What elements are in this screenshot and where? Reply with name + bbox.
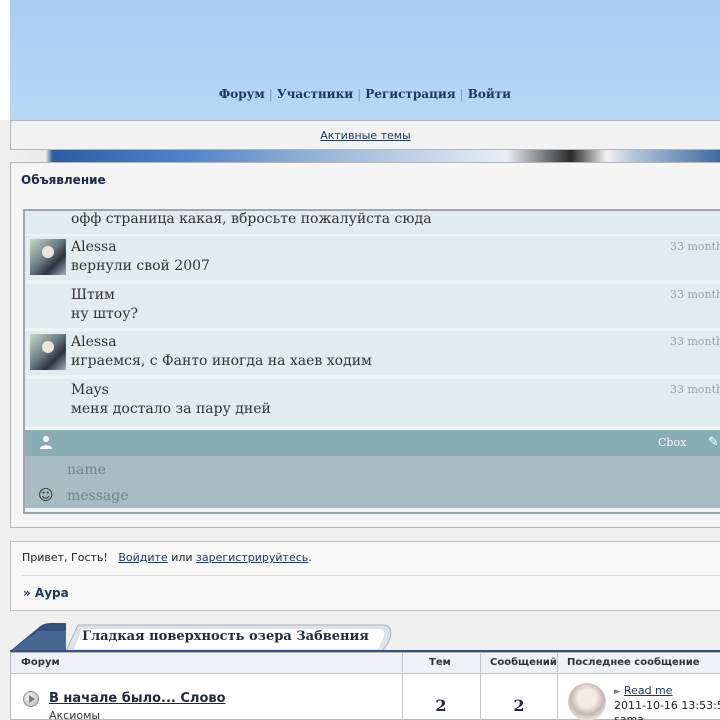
col-forum: Форум xyxy=(21,657,60,668)
category-header: Гладкая поверхность озера Забвения xyxy=(10,622,720,652)
avatar[interactable] xyxy=(30,239,66,275)
chat-message: Mays меня достало за пару дней 33 months xyxy=(25,379,720,426)
greeting-text: Привет, Гость! xyxy=(22,551,108,564)
user-icon[interactable] xyxy=(40,435,52,449)
chat-box: офф страница какая, вбросьте пожалуйста … xyxy=(23,209,720,514)
guest-greeting: Привет, Гость! Войдите или зарегистрируй… xyxy=(22,551,312,564)
chat-message-text: играемся, с Фанто иногда на хаев ходим xyxy=(71,353,372,369)
nav-login[interactable]: Войти xyxy=(466,87,513,101)
avatar[interactable] xyxy=(568,683,606,720)
chat-message: Alessa вернули свой 2007 33 months xyxy=(25,236,720,280)
chat-message-text: офф страница какая, вбросьте пожалуйста … xyxy=(71,211,432,227)
divider xyxy=(22,575,720,576)
banner-strip xyxy=(10,150,720,162)
nav-separator: | xyxy=(357,87,362,101)
cbox-brand-link[interactable]: Cbox xyxy=(658,436,686,449)
edit-icon[interactable]: ✎ xyxy=(708,435,719,450)
chat-message-author[interactable]: Alessa xyxy=(71,239,117,255)
table-header: Форум Тем Сообщений Последнее сообщение xyxy=(11,653,720,674)
posts-count: 2 xyxy=(513,696,525,715)
chat-message-text: вернули свой 2007 xyxy=(71,258,210,274)
chat-message-time: 33 months xyxy=(670,240,720,253)
chat-toolbar: Cbox ✎ xyxy=(25,430,720,456)
forum-table: Форум Тем Сообщений Последнее сообщение … xyxy=(10,652,720,720)
forum-status-icon xyxy=(23,691,39,707)
chat-message-time: 33 months xyxy=(670,335,720,348)
col-topics: Тем xyxy=(429,657,451,668)
chat-message-time: 33 months xyxy=(670,288,720,301)
announcement-box: Объявление офф страница какая, вбросьте … xyxy=(10,162,720,528)
last-post-title[interactable]: Read me xyxy=(624,684,673,697)
login-link[interactable]: Войдите xyxy=(118,551,167,564)
avatar[interactable] xyxy=(30,334,66,370)
breadcrumb[interactable]: » Аура xyxy=(23,586,69,600)
chat-message-author[interactable]: Штим xyxy=(71,287,115,303)
last-post-author[interactable]: sama xyxy=(614,713,644,720)
chat-message-text: ну штоу? xyxy=(71,306,138,322)
nav-separator: | xyxy=(268,87,273,101)
chat-name-input[interactable] xyxy=(65,459,715,481)
chat-message: Alessa играемся, с Фанто иногда на хаев … xyxy=(25,331,720,375)
topics-count: 2 xyxy=(435,696,447,715)
chat-message-author[interactable]: Alessa xyxy=(71,334,117,350)
site-header: Форум | Участники | Регистрация | Войти xyxy=(0,0,720,120)
forum-description: Аксиомы xyxy=(49,709,101,720)
chat-message: Штим ну штоу? 33 months xyxy=(25,284,720,328)
chat-message: офф страница какая, вбросьте пожалуйста … xyxy=(25,211,720,234)
arrow-icon: ► xyxy=(614,687,621,697)
nav-members[interactable]: Участники xyxy=(275,87,355,101)
col-last-post: Последнее сообщение xyxy=(567,657,700,668)
nav-register[interactable]: Регистрация xyxy=(363,87,457,101)
last-post-date: 2011-10-16 13:53:5 xyxy=(614,699,720,712)
last-post-link[interactable]: ► Read me xyxy=(614,684,673,697)
chat-message-input[interactable] xyxy=(65,485,715,507)
announcement-title: Объявление xyxy=(21,173,106,187)
guest-bar: Привет, Гость! Войдите или зарегистрируй… xyxy=(10,541,720,611)
chat-message-author[interactable]: Mays xyxy=(71,382,109,398)
register-link[interactable]: зарегистрируйтесь xyxy=(196,551,308,564)
nav-separator: | xyxy=(459,87,464,101)
forum-link[interactable]: В начале было... Слово xyxy=(49,691,226,706)
nav-forum[interactable]: Форум xyxy=(217,87,267,101)
active-topics-bar: Активные темы xyxy=(10,120,720,150)
table-row: В начале было... Слово Аксиомы 2 2 ► Read… xyxy=(11,674,720,720)
category-title[interactable]: Гладкая поверхность озера Забвения xyxy=(82,629,369,644)
chat-form: ☺ xyxy=(25,456,720,508)
smiley-icon[interactable]: ☺ xyxy=(38,486,54,504)
or-text: или xyxy=(171,551,193,564)
active-topics-link[interactable]: Активные темы xyxy=(320,129,411,142)
chat-message-text: меня достало за пару дней xyxy=(71,401,271,417)
chat-message-time: 33 months xyxy=(670,383,720,396)
main-nav: Форум | Участники | Регистрация | Войти xyxy=(10,87,720,101)
period-text: . xyxy=(308,551,312,564)
col-posts: Сообщений xyxy=(490,657,557,668)
